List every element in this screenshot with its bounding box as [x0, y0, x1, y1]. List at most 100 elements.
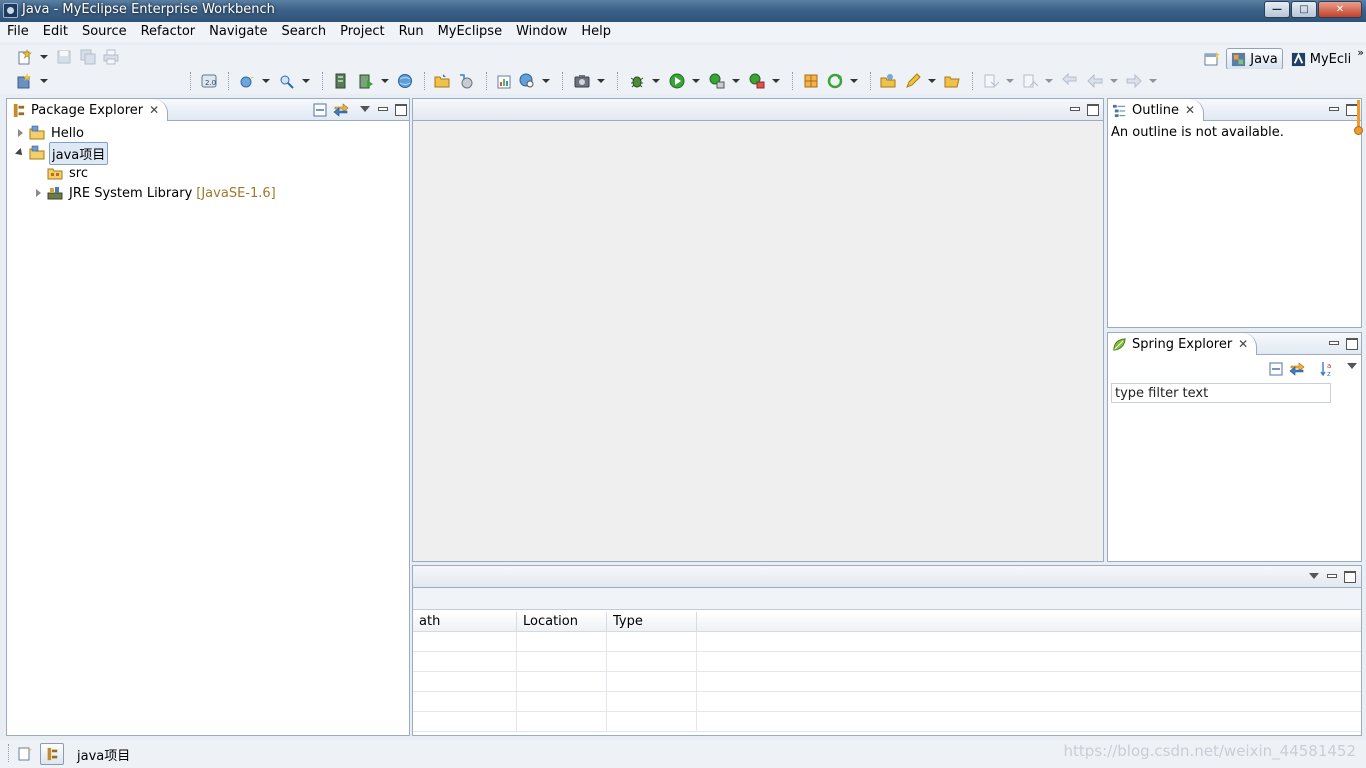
annotation-dropdown-icon[interactable] — [928, 79, 936, 83]
open-project-icon[interactable] — [434, 73, 450, 89]
external-tools-icon[interactable] — [749, 73, 765, 89]
collapse-all-icon[interactable] — [1268, 361, 1284, 377]
menu-myeclipse[interactable]: MyEclipse — [431, 22, 510, 42]
save-icon[interactable] — [56, 49, 72, 65]
debug-dropdown-icon[interactable] — [652, 79, 660, 83]
open-task-icon[interactable] — [880, 73, 896, 89]
myeclipse-new-dropdown-icon[interactable] — [40, 79, 48, 83]
previous-annotation-icon[interactable] — [1022, 73, 1038, 89]
menu-source[interactable]: Source — [75, 22, 134, 42]
refresh-icon[interactable] — [458, 73, 474, 89]
close-tab-icon[interactable]: ✕ — [149, 103, 159, 117]
run-server-icon[interactable] — [358, 73, 374, 89]
new-wizard-icon[interactable] — [17, 49, 33, 65]
external-tools-dropdown-icon[interactable] — [772, 79, 780, 83]
menu-refactor[interactable]: Refactor — [134, 22, 203, 42]
last-edit-location-icon[interactable] — [1062, 73, 1078, 89]
browser-globe-icon[interactable] — [397, 73, 413, 89]
server-icon[interactable] — [333, 73, 349, 89]
forward-dropdown-icon[interactable] — [1149, 79, 1157, 83]
table-row[interactable] — [413, 712, 1361, 732]
maximize-view-icon[interactable] — [1344, 336, 1358, 350]
menu-navigate[interactable]: Navigate — [202, 22, 274, 42]
spring-refresh-icon[interactable] — [827, 73, 843, 89]
collapse-all-icon[interactable] — [312, 102, 328, 118]
minimize-view-icon[interactable] — [1324, 569, 1338, 583]
tab-spring-explorer[interactable]: Spring Explorer ✕ — [1108, 333, 1258, 355]
search-java-icon[interactable] — [279, 73, 295, 89]
pen-annotation-icon[interactable] — [905, 73, 921, 89]
package-explorer-fastview-button[interactable] — [40, 743, 64, 765]
close-button[interactable]: ✕ — [1318, 1, 1362, 18]
table-row[interactable] — [413, 692, 1361, 712]
run-server-dropdown-icon[interactable] — [381, 79, 389, 83]
link-with-editor-icon[interactable] — [333, 102, 349, 118]
view-menu-icon[interactable] — [1306, 569, 1320, 583]
new-dropdown-icon[interactable] — [40, 55, 48, 59]
minimize-view-icon[interactable] — [375, 102, 389, 116]
debug-icon[interactable] — [629, 73, 645, 89]
maximize-view-icon[interactable] — [1342, 569, 1356, 583]
report-icon[interactable] — [496, 73, 512, 89]
menu-search[interactable]: Search — [274, 22, 333, 42]
search-dropdown-icon[interactable] — [302, 79, 310, 83]
minimize-view-icon[interactable] — [1326, 102, 1340, 116]
new-java-dropdown-icon[interactable] — [262, 79, 270, 83]
java-perspective-button[interactable]: Java — [1226, 48, 1283, 70]
column-header-location[interactable]: Location — [517, 612, 607, 632]
table-row[interactable] — [413, 672, 1361, 692]
save-all-icon[interactable] — [80, 49, 96, 65]
next-annotation-icon[interactable] — [983, 73, 999, 89]
close-tab-icon[interactable]: ✕ — [1238, 337, 1248, 351]
myeclipse-perspective-button[interactable]: MyEcli — [1287, 48, 1356, 70]
maximize-editor-icon[interactable] — [1085, 102, 1099, 116]
minimize-editor-icon[interactable] — [1067, 102, 1081, 116]
tree-item-jre-library[interactable]: JRE System Library [JavaSE-1.6] — [33, 183, 278, 203]
tree-item-java-project[interactable]: java项目 — [15, 141, 109, 165]
run-dropdown-icon[interactable] — [692, 79, 700, 83]
back-arrow-icon[interactable] — [1087, 73, 1103, 89]
menu-window[interactable]: Window — [509, 22, 574, 42]
maximize-view-icon[interactable] — [393, 102, 407, 116]
link-with-editor-icon[interactable] — [1289, 361, 1305, 377]
open-perspective-icon[interactable] — [1204, 51, 1221, 67]
tree-item-src[interactable]: src — [47, 163, 90, 183]
more-perspectives-icon[interactable]: » — [1357, 46, 1364, 59]
table-row[interactable] — [413, 632, 1361, 652]
back-dropdown-icon[interactable] — [1110, 79, 1118, 83]
camera-dropdown-icon[interactable] — [597, 79, 605, 83]
close-tab-icon[interactable]: ✕ — [1185, 103, 1195, 117]
expand-icon[interactable] — [15, 128, 25, 138]
column-header-path[interactable]: ath — [413, 612, 517, 632]
deploy-icon[interactable]: 2.0 — [201, 73, 217, 89]
spring-dropdown-icon[interactable] — [850, 79, 858, 83]
minimize-view-icon[interactable] — [1326, 336, 1340, 350]
myeclipse-new-icon[interactable] — [17, 73, 33, 89]
web-browser-dropdown-icon[interactable] — [542, 79, 550, 83]
menu-run[interactable]: Run — [392, 22, 431, 42]
column-header-type[interactable]: Type — [607, 612, 697, 632]
previous-annotation-dropdown-icon[interactable] — [1045, 79, 1053, 83]
forward-arrow-icon[interactable] — [1126, 73, 1142, 89]
menu-edit[interactable]: Edit — [36, 22, 75, 42]
fast-view-icon[interactable] — [17, 745, 33, 761]
run-external-icon[interactable] — [709, 73, 725, 89]
view-menu-icon[interactable] — [357, 102, 371, 116]
menu-project[interactable]: Project — [333, 22, 391, 42]
table-row[interactable] — [413, 652, 1361, 672]
tab-outline[interactable]: Outline ✕ — [1108, 99, 1205, 121]
camera-icon[interactable] — [574, 73, 590, 89]
run-external-dropdown-icon[interactable] — [732, 79, 740, 83]
new-java-class-icon[interactable] — [239, 73, 255, 89]
open-type-icon[interactable] — [803, 73, 819, 89]
spring-filter-input[interactable] — [1111, 383, 1331, 403]
print-icon[interactable] — [103, 49, 119, 65]
scroll-indicator[interactable] — [1354, 100, 1363, 136]
open-folder-icon[interactable] — [944, 73, 960, 89]
menu-file[interactable]: File — [0, 22, 36, 42]
maximize-button[interactable]: □ — [1291, 1, 1317, 18]
collapse-icon[interactable] — [15, 148, 25, 158]
tree-item-hello[interactable]: Hello — [15, 123, 86, 143]
view-menu-icon[interactable] — [1344, 359, 1358, 373]
sort-alphabetically-icon[interactable]: az — [1320, 361, 1336, 377]
